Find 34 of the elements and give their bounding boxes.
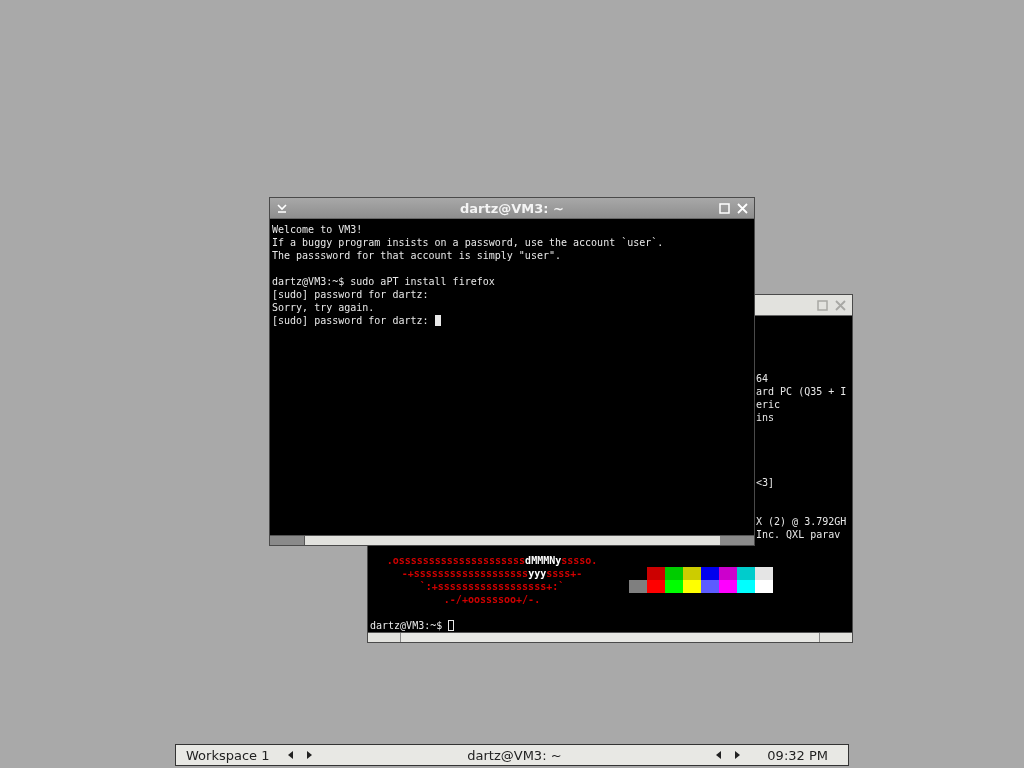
previous-icon[interactable]	[287, 750, 296, 760]
terminal-prompt: dartz@VM3:~$	[370, 619, 443, 632]
workspace-label[interactable]: Workspace 1	[186, 747, 270, 763]
clock: 09:32 PM	[767, 747, 828, 763]
scrollbar-thumb[interactable]	[304, 536, 720, 545]
ascii-logo-line: .-/+oossssoo+/-.	[443, 594, 541, 605]
system-info-text: 64	[756, 372, 769, 385]
terminal-line: [sudo] password for dartz:	[272, 288, 429, 301]
maximize-icon[interactable]	[817, 299, 828, 311]
system-info-text: X (2) @ 3.792GH	[756, 515, 847, 528]
terminal-line: Sorry, try again.	[272, 301, 375, 314]
terminal-line: If a buggy program insists on a password, use the account `user`.	[272, 236, 664, 249]
terminal-line: Welcome to VM3!	[272, 223, 363, 236]
horizontal-scrollbar[interactable]	[270, 535, 754, 545]
scrollbar-thumb[interactable]	[400, 633, 820, 642]
system-info-text: eric	[756, 398, 781, 411]
ascii-logo-line: -+sssssssssssssssssssyyyssss+-	[401, 568, 583, 579]
close-icon[interactable]	[835, 299, 846, 311]
task-button[interactable]: dartz@VM3: ~	[323, 747, 706, 763]
next-icon[interactable]	[733, 750, 742, 760]
terminal-line: The passsword for that account is simply "user".	[272, 249, 561, 262]
system-info-text: Inc. QXL parav	[756, 528, 841, 541]
window-menu-icon[interactable]	[276, 202, 288, 214]
system-info-text: <3]	[756, 476, 775, 489]
ascii-logo-line: .osssssssssssssssssssssdMMMNysssso.	[386, 555, 598, 566]
terminal-line: dartz@VM3:~$ sudo aPT install firefox	[272, 275, 495, 288]
horizontal-scrollbar[interactable]	[368, 632, 852, 642]
ascii-logo-line: `:+ssssssssssssssssss+:`	[419, 581, 565, 592]
window-title: dartz@VM3: ~	[460, 200, 564, 216]
previous-icon[interactable]	[715, 750, 724, 760]
system-info-text: ins	[756, 411, 775, 424]
next-icon[interactable]	[305, 750, 314, 760]
system-info-text: ard PC (Q35 + I	[756, 385, 847, 398]
terminal-prompt: [sudo] password for dartz:	[272, 314, 429, 327]
